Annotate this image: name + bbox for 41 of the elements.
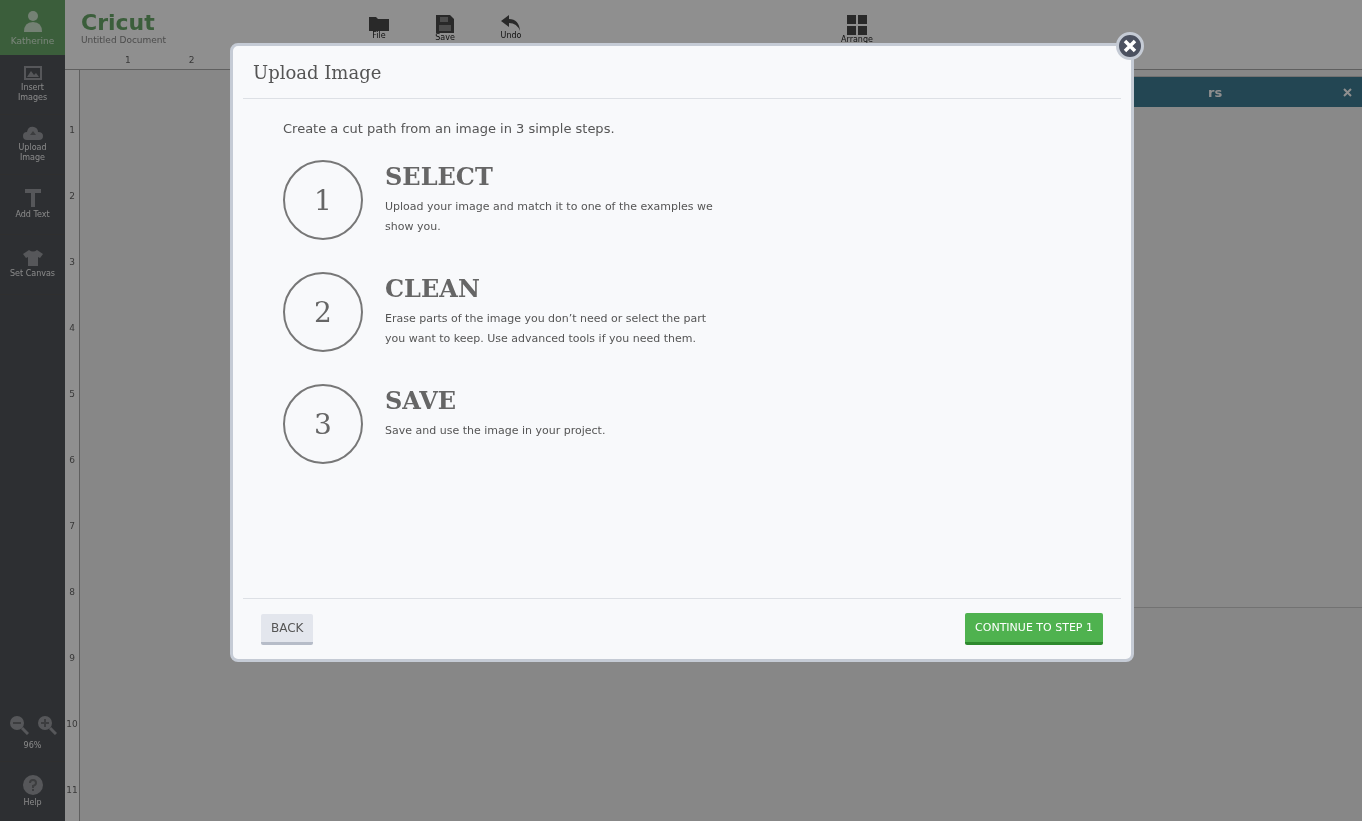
- intro-text: Create a cut path from an image in 3 simple steps.: [283, 121, 616, 136]
- user-name: Katherine: [10, 35, 55, 46]
- logo: Cricut: [81, 10, 156, 35]
- toolbar-button[interactable]: Arrange: [839, 11, 875, 44]
- text-icon: [24, 189, 41, 208]
- close-icon: [1123, 39, 1137, 53]
- vertical-ruler: 1 2 3 4 5 6 7 8 9 10 11: [65, 70, 80, 821]
- toolbar-button[interactable]: Undo: [493, 11, 529, 40]
- sidebar-label: Add Text: [14, 210, 51, 220]
- sidebar-label: Insert Images: [16, 83, 49, 103]
- arrange-icon: [847, 14, 867, 35]
- close-icon[interactable]: [1343, 87, 1352, 97]
- zoom-in-icon[interactable]: [36, 715, 57, 736]
- help-button[interactable]: Help: [0, 762, 65, 821]
- back-button[interactable]: BACK: [261, 613, 314, 645]
- step-description: Upload your image and match it to one of the examples we show you.: [385, 199, 714, 235]
- document-title: Untitled Document: [81, 35, 168, 45]
- folder-icon: [369, 14, 389, 31]
- undo-icon: [501, 14, 521, 31]
- step-description: Erase parts of the image you don’t need or select the part you want to keep. Use advanced tools if you need them.: [385, 311, 708, 347]
- step-number: 2: [283, 272, 363, 352]
- zoom-out-icon[interactable]: [8, 715, 29, 736]
- step-title: SELECT: [385, 162, 494, 191]
- user-icon: [22, 9, 43, 32]
- panel-title: rs: [1208, 84, 1223, 100]
- sidebar-label: Set Canvas: [8, 269, 56, 279]
- image-icon: [23, 66, 42, 81]
- shirt-icon: [22, 250, 43, 267]
- step-number: 1: [283, 160, 363, 240]
- step-title: CLEAN: [385, 274, 481, 303]
- toolbar-button[interactable]: Save: [427, 11, 463, 42]
- step-description: Save and use the image in your project.: [385, 423, 607, 439]
- step-number: 3: [283, 384, 363, 464]
- continue-button[interactable]: CONTINUE TO STEP 1: [965, 613, 1103, 645]
- save-icon: [436, 14, 454, 33]
- help-icon: [22, 775, 43, 796]
- toolbar-button[interactable]: File: [361, 11, 397, 40]
- zoom-level: 96%: [22, 741, 43, 751]
- cloud-upload-icon: [22, 126, 43, 141]
- sidebar-label: Upload Image: [17, 143, 48, 163]
- step-title: SAVE: [385, 386, 458, 415]
